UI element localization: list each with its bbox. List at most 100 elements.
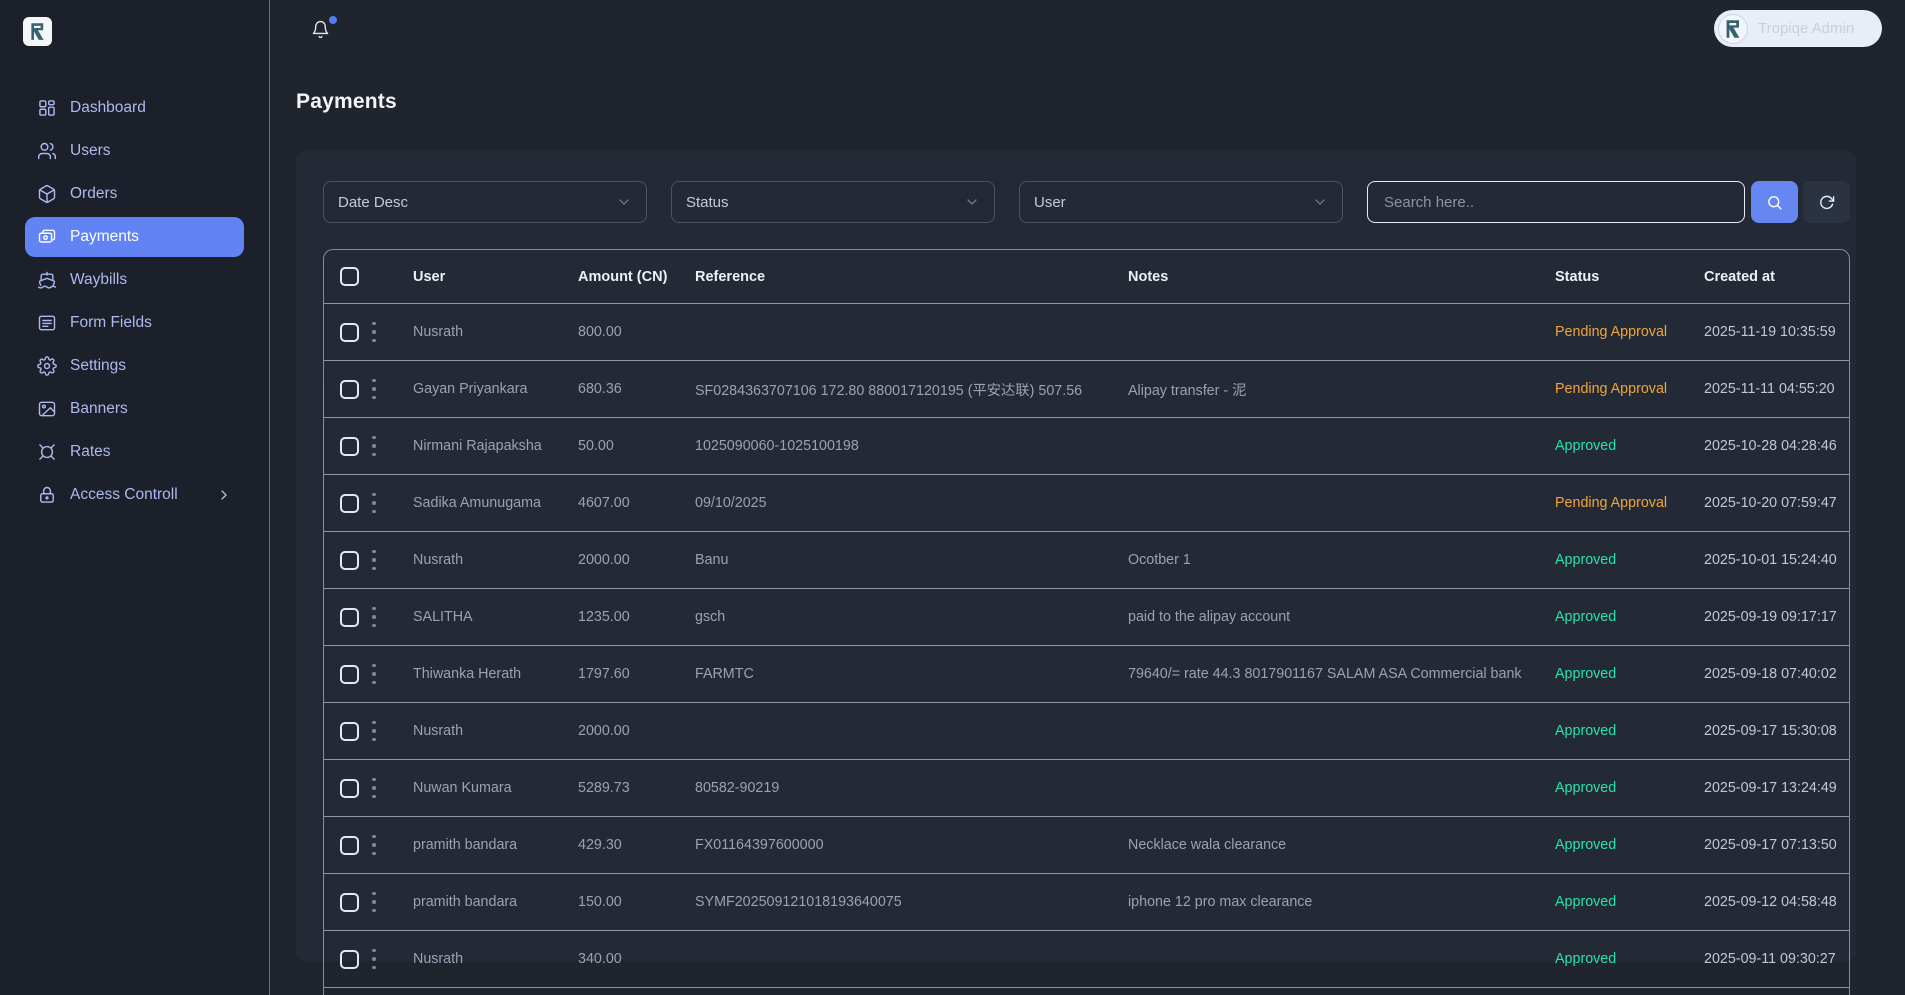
user-select[interactable]: User: [1019, 181, 1343, 223]
row-menu-icon[interactable]: [370, 546, 378, 575]
cell-created: 2025-09-17 13:24:49: [1704, 780, 1837, 796]
sidebar-item-label: Users: [70, 142, 111, 159]
status-select[interactable]: Status: [671, 181, 995, 223]
sidebar-item-form-fields[interactable]: Form Fields: [25, 303, 244, 343]
cell-created: 2025-10-28 04:28:46: [1704, 438, 1837, 454]
cell-reference: 80582-90219: [695, 780, 780, 796]
row-menu-icon[interactable]: [370, 432, 378, 461]
cell-amount: 2000.00: [578, 723, 630, 739]
topbar: Tropiqe Admin: [270, 0, 1905, 60]
row-menu-icon[interactable]: [370, 489, 378, 518]
table-row-partial: [324, 988, 1849, 995]
cell-user: Nusrath: [413, 951, 464, 967]
select-all-checkbox[interactable]: [340, 267, 359, 286]
sidebar-item-users[interactable]: Users: [25, 131, 244, 171]
row-checkbox[interactable]: [340, 322, 359, 342]
sidebar-item-rates[interactable]: Rates: [25, 432, 244, 472]
cell-reference: Banu: [695, 552, 729, 568]
sidebar-item-payments[interactable]: Payments: [25, 217, 244, 257]
row-checkbox[interactable]: [340, 664, 359, 684]
sidebar-item-waybills[interactable]: Waybills: [25, 260, 244, 300]
cell-notes: Ocotber 1: [1128, 552, 1191, 568]
search-button[interactable]: [1751, 181, 1798, 223]
table-row: Thiwanka Herath 1797.60 FARMTC 79640/= r…: [324, 646, 1849, 703]
sort-select[interactable]: Date Desc: [323, 181, 647, 223]
lock-icon: [37, 485, 57, 505]
cell-created: 2025-10-01 15:24:40: [1704, 552, 1837, 568]
cell-amount: 1235.00: [578, 609, 630, 625]
sidebar-item-dashboard[interactable]: Dashboard: [25, 88, 244, 128]
cell-notes: Necklace wala clearance: [1128, 837, 1287, 853]
image-icon: [37, 399, 57, 419]
row-menu-icon[interactable]: [370, 318, 378, 347]
row-checkbox[interactable]: [340, 778, 359, 798]
cell-created: 2025-09-19 09:17:17: [1704, 609, 1837, 625]
status-badge: Approved: [1555, 666, 1617, 682]
row-menu-icon[interactable]: [370, 774, 378, 803]
sidebar-item-access-controll[interactable]: Access Controll: [25, 475, 244, 515]
column-header-created: Created at: [1704, 268, 1775, 285]
cell-amount: 800.00: [578, 324, 622, 340]
table-row: Nuwan Kumara 5289.73 80582-90219 Approve…: [324, 760, 1849, 817]
row-menu-icon[interactable]: [370, 660, 378, 689]
sidebar-item-label: Rates: [70, 443, 111, 460]
cell-amount: 2000.00: [578, 552, 630, 568]
notification-dot: [329, 16, 337, 24]
sidebar-item-label: Payments: [70, 228, 139, 245]
cell-user: Nuwan Kumara: [413, 780, 512, 796]
cell-user: SALITHA: [413, 609, 473, 625]
table-row: SALITHA 1235.00 gsch paid to the alipay …: [324, 589, 1849, 646]
row-menu-icon[interactable]: [370, 945, 378, 974]
sidebar-item-label: Access Controll: [70, 486, 178, 503]
ship-icon: [37, 270, 57, 290]
table-row: Nusrath 800.00 Pending Approval 2025-11-…: [324, 304, 1849, 361]
cell-created: 2025-10-20 07:59:47: [1704, 495, 1837, 511]
cell-amount: 1797.60: [578, 666, 630, 682]
row-checkbox[interactable]: [340, 949, 359, 969]
sidebar-item-banners[interactable]: Banners: [25, 389, 244, 429]
table-row: Sadika Amunugama 4607.00 09/10/2025 Pend…: [324, 475, 1849, 532]
status-badge: Approved: [1555, 780, 1617, 796]
search-icon: [1768, 195, 1782, 210]
row-checkbox[interactable]: [340, 379, 359, 399]
user-menu[interactable]: Tropiqe Admin: [1714, 10, 1882, 47]
payments-table: User Amount (CN) Reference Notes Status …: [323, 249, 1850, 995]
cell-created: 2025-09-18 07:40:02: [1704, 666, 1837, 682]
sidebar-item-label: Dashboard: [70, 99, 146, 116]
cell-user: Nirmani Rajapaksha: [413, 438, 542, 454]
table-row: pramith bandara 429.30 FX01164397600000 …: [324, 817, 1849, 874]
row-checkbox[interactable]: [340, 892, 359, 912]
row-checkbox[interactable]: [340, 835, 359, 855]
row-checkbox[interactable]: [340, 550, 359, 570]
row-menu-icon[interactable]: [370, 831, 378, 860]
sidebar-item-label: Form Fields: [70, 314, 152, 331]
row-menu-icon[interactable]: [370, 717, 378, 746]
cell-notes: paid to the alipay account: [1128, 609, 1291, 625]
ratio-icon: [37, 442, 57, 462]
row-checkbox[interactable]: [340, 436, 359, 456]
cell-reference: FARMTC: [695, 666, 754, 682]
row-menu-icon[interactable]: [370, 375, 378, 404]
cell-notes: 79640/= rate 44.3 8017901167 SALAM ASA C…: [1128, 666, 1522, 682]
sidebar-item-orders[interactable]: Orders: [25, 174, 244, 214]
row-menu-icon[interactable]: [370, 603, 378, 632]
row-checkbox[interactable]: [340, 607, 359, 627]
status-badge: Approved: [1555, 609, 1617, 625]
sidebar-item-settings[interactable]: Settings: [25, 346, 244, 386]
cell-created: 2025-09-17 07:13:50: [1704, 837, 1837, 853]
search-input[interactable]: [1367, 181, 1745, 223]
cell-amount: 5289.73: [578, 780, 630, 796]
avatar-logo-icon: [1726, 19, 1740, 38]
notifications-button[interactable]: [311, 16, 337, 44]
cell-created: 2025-09-11 09:30:27: [1704, 951, 1836, 967]
table-row: pramith bandara 150.00 SYMF2025091210181…: [324, 874, 1849, 931]
sidebar: Dashboard Users Orders Payments Waybills: [0, 0, 270, 995]
row-menu-icon[interactable]: [370, 888, 378, 917]
row-checkbox[interactable]: [340, 493, 359, 513]
status-badge: Approved: [1555, 894, 1617, 910]
refresh-button[interactable]: [1803, 181, 1850, 223]
app-logo[interactable]: [23, 17, 52, 46]
column-header-reference: Reference: [695, 268, 766, 285]
row-checkbox[interactable]: [340, 721, 359, 741]
cell-reference: SF0284363707106 172.80 880017120195 (平安达…: [695, 382, 1083, 399]
